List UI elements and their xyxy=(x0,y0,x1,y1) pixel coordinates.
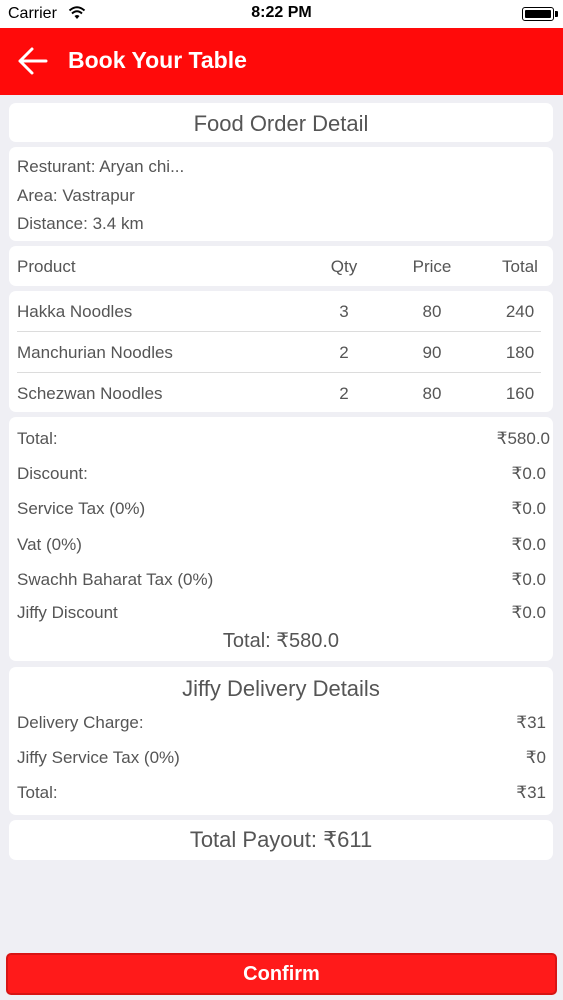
delivery-details-card: Jiffy Delivery Details Delivery Charge: … xyxy=(9,667,553,815)
jiffy-discount-value: ₹0.0 xyxy=(511,603,546,622)
battery-icon xyxy=(522,7,554,21)
header-total: Total xyxy=(502,257,538,276)
table-rows-card: Hakka Noodles 3 80 240 Manchurian Noodle… xyxy=(9,291,553,412)
order-heading: Food Order Detail xyxy=(193,111,369,136)
row-price: 90 xyxy=(422,343,442,362)
row-total: 160 xyxy=(505,384,535,403)
total-payout-card: Total Payout: ₹611 xyxy=(9,820,553,860)
grand-total: Total: ₹580.0 xyxy=(222,630,340,652)
header-qty: Qty xyxy=(330,257,358,276)
nav-bar: Book Your Table xyxy=(0,28,563,95)
delivery-total-label: Total: xyxy=(17,783,58,802)
row-product: Schezwan Noodles xyxy=(17,384,163,403)
restaurant-area: Area: Vastrapur xyxy=(17,186,135,205)
delivery-charge-label: Delivery Charge: xyxy=(17,713,144,732)
delivery-heading: Jiffy Delivery Details xyxy=(182,676,380,701)
service-tax-value: ₹0.0 xyxy=(511,499,546,518)
jiffy-discount-label: Jiffy Discount xyxy=(17,603,118,622)
restaurant-info-card: Resturant: Aryan chi... Area: Vastrapur … xyxy=(9,147,553,241)
delivery-total-value: ₹31 xyxy=(516,783,546,802)
vat-value: ₹0.0 xyxy=(511,535,546,554)
status-bar: Carrier 8:22 PM xyxy=(0,0,563,28)
restaurant-name: Resturant: Aryan chi... xyxy=(17,157,185,176)
row-total: 180 xyxy=(505,343,535,362)
vat-label: Vat (0%) xyxy=(17,535,82,554)
bill-summary-card: Total: ₹580.0 Discount: ₹0.0 Service Tax… xyxy=(9,417,553,661)
row-total: 240 xyxy=(505,302,535,321)
row-qty: 3 xyxy=(339,302,349,321)
total-payout: Total Payout: ₹611 xyxy=(189,827,373,852)
row-qty: 2 xyxy=(339,343,349,362)
page-title: Book Your Table xyxy=(68,47,247,73)
service-tax-label: Service Tax (0%) xyxy=(17,499,146,518)
order-heading-card: Food Order Detail xyxy=(9,103,553,142)
row-price: 80 xyxy=(422,384,442,403)
discount-value: ₹0.0 xyxy=(511,464,546,483)
row-divider xyxy=(17,331,541,332)
swachh-tax-label: Swachh Baharat Tax (0%) xyxy=(17,570,214,589)
restaurant-distance: Distance: 3.4 km xyxy=(17,214,144,233)
table-header-card: Product Qty Price Total xyxy=(9,246,553,286)
row-product: Manchurian Noodles xyxy=(17,343,173,362)
discount-label: Discount: xyxy=(17,464,88,483)
header-price: Price xyxy=(412,257,452,276)
confirm-button[interactable]: Confirm xyxy=(6,953,557,995)
header-product: Product xyxy=(17,257,76,276)
delivery-charge-value: ₹31 xyxy=(516,713,546,732)
battery-tip xyxy=(555,11,558,17)
row-product: Hakka Noodles xyxy=(17,302,133,321)
swachh-tax-value: ₹0.0 xyxy=(511,570,546,589)
row-qty: 2 xyxy=(339,384,349,403)
row-price: 80 xyxy=(422,302,442,321)
row-divider xyxy=(17,372,541,373)
back-arrow-icon[interactable] xyxy=(16,45,50,77)
total-label: Total: xyxy=(17,429,58,448)
jiffy-service-tax-label: Jiffy Service Tax (0%) xyxy=(17,748,180,767)
total-value: ₹580.0 xyxy=(496,429,550,448)
clock: 8:22 PM xyxy=(251,4,312,21)
jiffy-service-tax-value: ₹0 xyxy=(525,748,546,767)
